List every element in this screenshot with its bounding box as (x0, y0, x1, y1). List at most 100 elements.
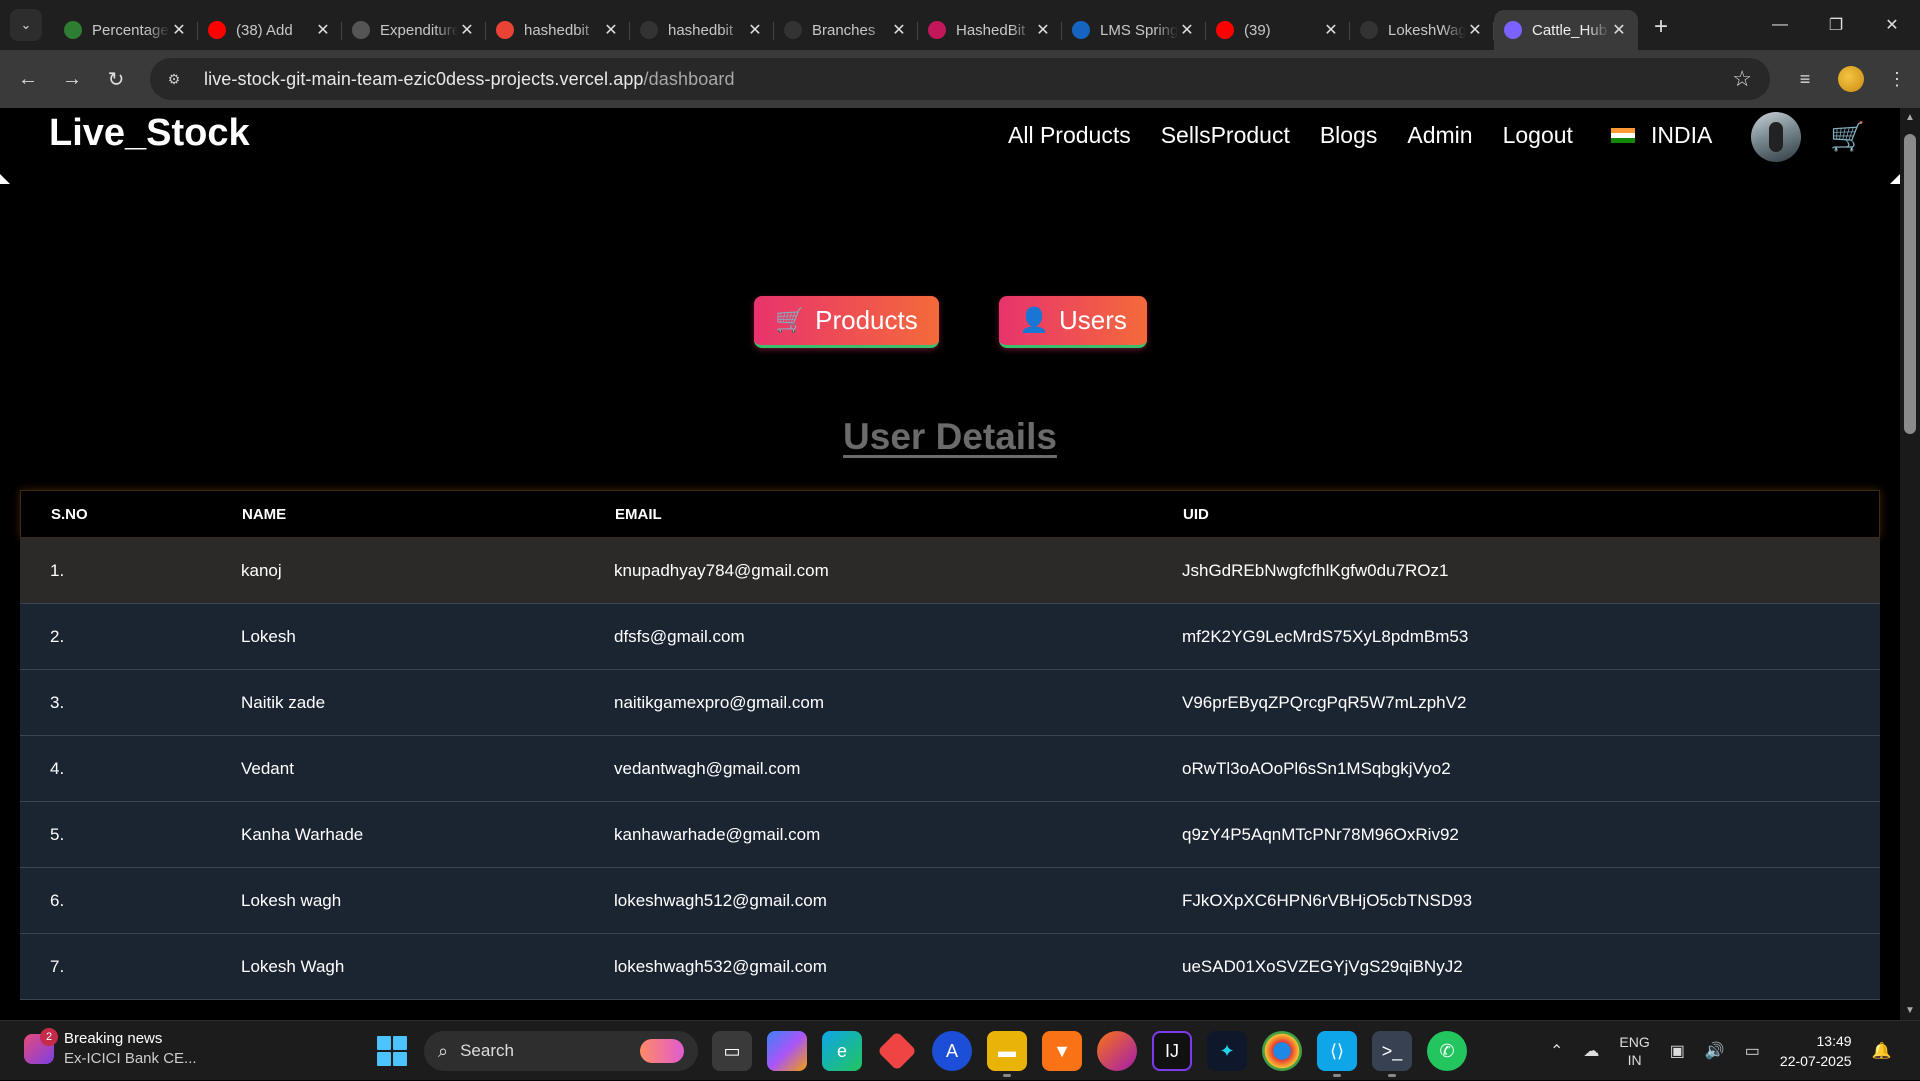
nav-all-products[interactable]: All Products (1008, 122, 1131, 149)
firefox-icon[interactable] (1097, 1031, 1137, 1071)
tab-title: Percentage (92, 21, 169, 39)
tab-close-icon[interactable]: ✕ (458, 20, 476, 40)
chevron-up-icon[interactable]: ⌃ (1550, 1041, 1563, 1061)
tab-close-icon[interactable]: ✕ (1466, 20, 1484, 40)
close-window-button[interactable]: ✕ (1864, 0, 1920, 50)
language-indicator[interactable]: ENG IN (1619, 1033, 1649, 1069)
battery-icon[interactable]: ▭ (1745, 1041, 1760, 1061)
restore-button[interactable]: ❐ (1808, 0, 1864, 50)
tab-close-icon[interactable]: ✕ (1610, 20, 1628, 40)
browser-tab[interactable]: LMS Spring ✕ (1062, 10, 1206, 50)
row-email: dfsfs@gmail.com (614, 626, 745, 646)
youtube-icon (1216, 21, 1234, 39)
onedrive-icon[interactable]: ☁ (1583, 1041, 1599, 1061)
edge-icon[interactable]: e (822, 1031, 862, 1071)
tab-close-icon[interactable]: ✕ (170, 20, 188, 40)
row-email: lokeshwagh512@gmail.com (614, 890, 827, 910)
row-email: knupadhyay784@gmail.com (614, 560, 829, 580)
users-button-label: Users (1058, 305, 1127, 335)
browser-tab[interactable]: hashedbit ✕ (630, 10, 774, 50)
browser-tab[interactable]: Cattle_Hub ✕ (1494, 10, 1638, 50)
reload-button[interactable]: ↻ (94, 57, 138, 101)
tab-close-icon[interactable]: ✕ (1322, 20, 1340, 40)
cursor-icon[interactable]: ✦ (1207, 1031, 1247, 1071)
table-row: 4. Vedant vedantwagh@gmail.com oRwTl3oAOoPl… (20, 736, 1880, 802)
system-tray: ⌃ ☁ ENG IN ▣ 🔊 ▭ 13:49 22-07-2025 🔔 (1550, 1021, 1911, 1081)
users-button[interactable]: 👤 Users (999, 296, 1147, 348)
file-explorer-icon[interactable]: ▬ (987, 1031, 1027, 1077)
address-bar-row: ← → ↻ ⚙ live-stock-git-main-team-ezic0de… (0, 50, 1920, 108)
app-store-icon[interactable]: A (932, 1031, 972, 1071)
row-uid: V96prEByqZPQrcgPqR5W7mLzphV2 (1182, 692, 1467, 712)
profile-avatar[interactable] (1838, 66, 1864, 92)
news-widget[interactable]: 2 Breaking news Ex-ICICI Bank CE... (24, 1028, 197, 1069)
country-selector[interactable]: INDIA (1651, 122, 1712, 149)
tab-search-button[interactable]: ⌄ (10, 9, 42, 41)
anydesk-icon[interactable] (877, 1031, 917, 1071)
media-controls-icon[interactable]: ≡ (1782, 69, 1828, 90)
browser-tab[interactable]: (39) ✕ (1206, 10, 1350, 50)
browser-tab[interactable]: HashedBit ✕ (918, 10, 1062, 50)
menu-kebab-icon[interactable]: ⋮ (1874, 69, 1920, 90)
nav-links: All Products SellsProduct Blogs Admin Lo… (1008, 122, 1712, 149)
notification-icon[interactable]: 🔔 (1872, 1041, 1892, 1061)
chrome-icon[interactable] (1262, 1031, 1302, 1071)
tab-close-icon[interactable]: ✕ (1178, 20, 1196, 40)
task-view-icon[interactable]: ▭ (712, 1031, 752, 1071)
network-icon[interactable]: ▣ (1670, 1041, 1685, 1061)
products-button[interactable]: 🛒 Products (754, 296, 939, 348)
site-info-icon[interactable]: ⚙ (160, 65, 188, 93)
cart-icon[interactable]: 🛒 (1830, 120, 1865, 153)
tab-close-icon[interactable]: ✕ (890, 20, 908, 40)
search-highlight-icon (640, 1039, 684, 1063)
toolbar-right: ≡ ⋮ (1782, 50, 1920, 108)
back-button[interactable]: ← (6, 57, 50, 101)
row-uid: FJkOXpXC6HPN6rVBHjO5cbTNSD93 (1182, 890, 1473, 910)
vscode-icon[interactable]: ⟨⟩ (1317, 1031, 1357, 1077)
terminal-icon[interactable]: >_ (1372, 1031, 1412, 1077)
address-bar[interactable]: ⚙ live-stock-git-main-team-ezic0dess-pro… (150, 58, 1770, 100)
new-tab-button[interactable]: + (1654, 13, 1668, 41)
browser-tab[interactable]: Percentage ✕ (54, 10, 198, 50)
tab-close-icon[interactable]: ✕ (314, 20, 332, 40)
row-email: kanhawarhade@gmail.com (614, 824, 821, 844)
tab-title: LMS Spring (1100, 21, 1178, 39)
tab-close-icon[interactable]: ✕ (1034, 20, 1052, 40)
scroll-up-arrow[interactable]: ▲ (1900, 112, 1920, 123)
brave-icon[interactable]: ▼ (1042, 1031, 1082, 1071)
browser-tab[interactable]: LokeshWagh✕ (1350, 10, 1494, 50)
taskbar-search[interactable]: ⌕ Search (424, 1031, 698, 1071)
products-button-label: Products (815, 305, 918, 335)
whatsapp-icon[interactable]: ✆ (1427, 1031, 1467, 1071)
page-viewport: Live_Stock All Products SellsProduct Blo… (0, 108, 1900, 1020)
copilot-icon[interactable] (767, 1031, 807, 1071)
user-avatar[interactable] (1751, 112, 1801, 162)
start-button[interactable] (377, 1036, 407, 1066)
github-icon (784, 21, 802, 39)
forward-button[interactable]: → (50, 57, 94, 101)
scroll-down-arrow[interactable]: ▼ (1900, 1005, 1920, 1016)
nav-blogs[interactable]: Blogs (1320, 122, 1378, 149)
nav-admin[interactable]: Admin (1407, 122, 1472, 149)
table-row: 3. Naitik zade naitikgamexpro@gmail.com V96… (20, 670, 1880, 736)
volume-icon[interactable]: 🔊 (1705, 1041, 1725, 1061)
browser-tab[interactable]: Expenditure ✕ (342, 10, 486, 50)
nav-logout[interactable]: Logout (1503, 122, 1573, 149)
tab-close-icon[interactable]: ✕ (746, 20, 764, 40)
browser-tab[interactable]: (38) Add ✕ (198, 10, 342, 50)
bookmark-star-icon[interactable]: ☆ (1732, 66, 1752, 92)
scrollbar-thumb[interactable] (1904, 134, 1916, 434)
url-text[interactable]: live-stock-git-main-team-ezic0dess-proje… (204, 69, 735, 90)
browser-tab[interactable]: hashedbit ✕ (486, 10, 630, 50)
tab-close-icon[interactable]: ✕ (602, 20, 620, 40)
section-title: User Details (843, 416, 1057, 457)
intellij-icon[interactable]: IJ (1152, 1031, 1192, 1071)
row-name: Lokesh wagh (241, 890, 342, 910)
nav-sells-product[interactable]: SellsProduct (1161, 122, 1290, 149)
clock[interactable]: 13:49 22-07-2025 (1780, 1031, 1852, 1071)
browser-tab[interactable]: Branches ✕ (774, 10, 918, 50)
vertical-scrollbar[interactable]: ▲ ▼ (1900, 108, 1920, 1020)
minimize-button[interactable]: — (1752, 0, 1808, 50)
row-sno: 6. (50, 890, 65, 910)
brand-logo[interactable]: Live_Stock (49, 112, 250, 155)
